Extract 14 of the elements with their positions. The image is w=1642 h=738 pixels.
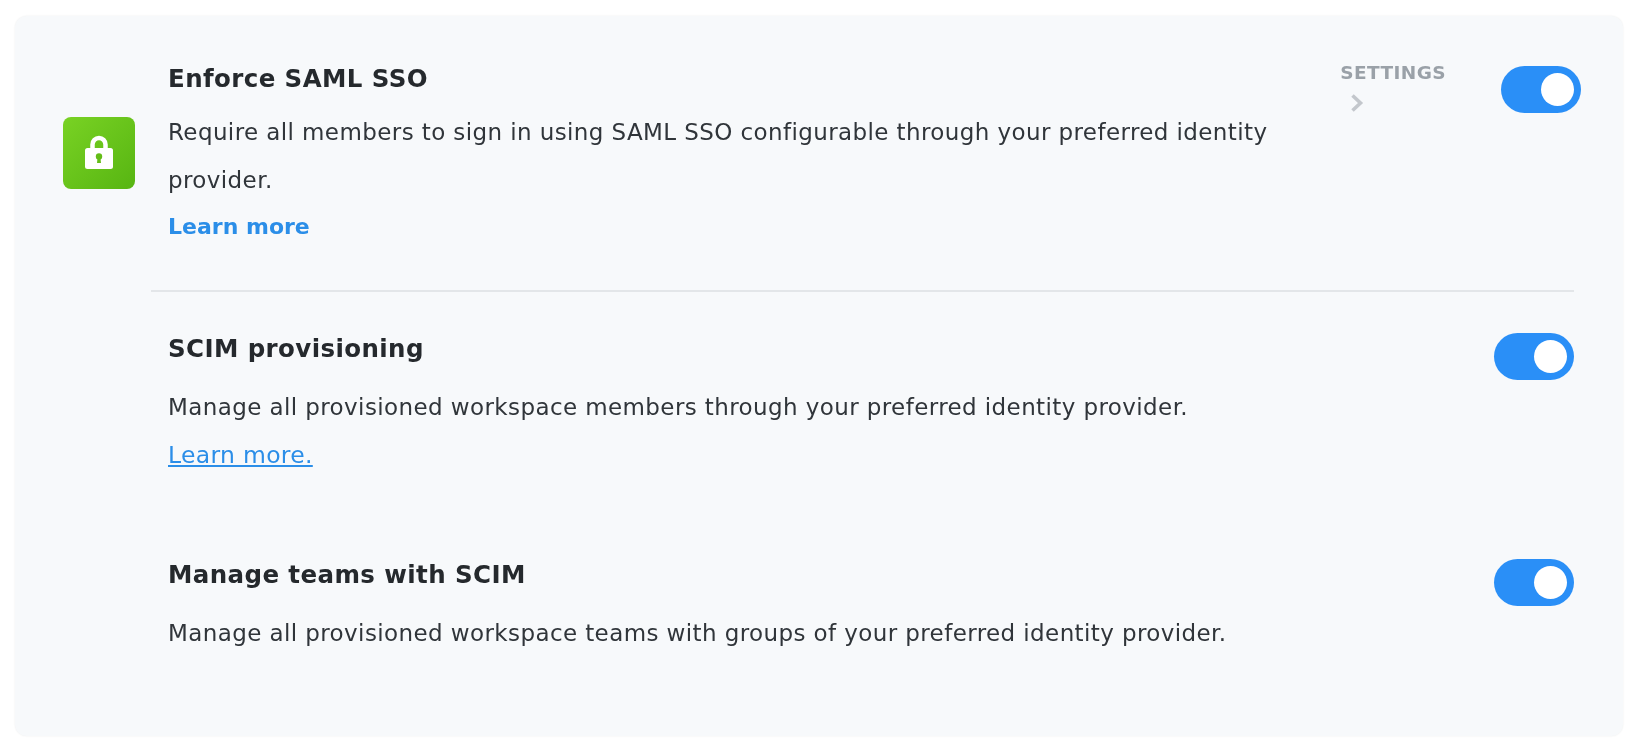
chevron-right-icon — [1350, 93, 1365, 113]
setting-description: Require all members to sign in using SAML SSO configurable through your preferred identity provider. — [168, 118, 1269, 195]
learn-more-link[interactable]: Learn more. — [168, 440, 313, 470]
setting-title: Enforce SAML SSO — [168, 64, 429, 94]
setting-description: Manage all provisioned workspace teams with groups of your preferred identity provider. — [168, 619, 1228, 648]
toggle-switch[interactable] — [1501, 66, 1581, 113]
settings-link[interactable]: SETTINGS — [1340, 62, 1446, 113]
setting-title: Manage teams with SCIM — [168, 560, 527, 590]
toggle-switch[interactable] — [1494, 559, 1574, 606]
setting-title: SCIM provisioning — [168, 334, 425, 364]
learn-more-link[interactable]: Learn more — [168, 212, 310, 242]
lock-icon — [63, 117, 135, 189]
setting-description: Manage all provisioned workspace members through your preferred identity provider. — [168, 393, 1190, 422]
toggle-switch[interactable] — [1494, 333, 1574, 380]
